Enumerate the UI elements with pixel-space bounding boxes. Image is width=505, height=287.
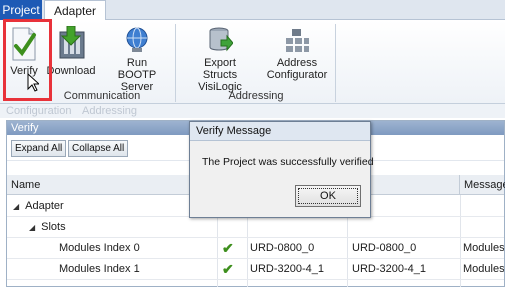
- export-structs-visilogic-button[interactable]: Export Structs VisiLogic: [181, 26, 259, 93]
- tab-configuration[interactable]: Configuration: [6, 105, 71, 117]
- dialog-message: The Project was successfully verified: [202, 156, 374, 168]
- row-name: Adapter: [25, 200, 64, 212]
- run-bootp-server-button[interactable]: Run BOOTP Server: [103, 26, 171, 93]
- ribbon-tab-bar: Project Adapter: [0, 0, 505, 21]
- address-conf-label-line2: Configurator: [266, 69, 328, 81]
- address-conf-label-line1: Address: [276, 57, 318, 69]
- run-bootp-label-line1: Run: [126, 57, 148, 69]
- row-message: Modules I: [463, 242, 504, 254]
- expand-all-button[interactable]: Expand All: [11, 140, 67, 157]
- table-row[interactable]: Modules Index 0 ✔ URD-0800_0 URD-0800_0 …: [7, 238, 504, 259]
- table-row[interactable]: Modules Index 1 ✔ URD-3200-4_1 URD-3200-…: [7, 259, 504, 280]
- column-header-name[interactable]: Name: [7, 175, 217, 195]
- export-label-line1: Export: [204, 57, 236, 69]
- download-label: Download: [46, 65, 96, 77]
- check-icon: ✔: [222, 261, 234, 277]
- tab-adapter[interactable]: Adapter: [44, 0, 106, 21]
- dialog-title: Verify Message: [190, 122, 370, 141]
- download-icon: [59, 26, 85, 59]
- verify-highlight-box: [3, 19, 52, 101]
- address-configurator-button[interactable]: Address Configurator: [262, 26, 332, 81]
- row-adapter-module: URD-3200-4_1: [352, 263, 426, 275]
- table-row[interactable]: ◢ Slots: [7, 217, 504, 238]
- bootp-server-icon: [126, 27, 148, 52]
- download-button[interactable]: Download: [46, 26, 96, 77]
- group-label-communication: Communication: [63, 90, 141, 102]
- collapse-triangle-icon[interactable]: ◢: [13, 202, 19, 211]
- collapse-triangle-icon[interactable]: ◢: [29, 223, 35, 232]
- row-adapter-module: URD-0800_0: [352, 242, 417, 254]
- ribbon: Verify Download Run BOOTP Server Communi…: [0, 20, 505, 104]
- group-label-addressing: Addressing: [228, 90, 284, 102]
- row-message: Modules I: [463, 263, 504, 275]
- row-name: Modules Index 1: [59, 263, 140, 275]
- row-module-name: URD-3200-4_1: [250, 263, 324, 275]
- column-header-message[interactable]: Message: [460, 175, 505, 195]
- tab-addressing[interactable]: Addressing: [82, 105, 137, 117]
- document-tabs: Configuration Addressing: [0, 104, 505, 118]
- export-database-icon: [209, 27, 233, 52]
- group-separator: [175, 24, 176, 102]
- row-module-name: URD-0800_0: [250, 242, 315, 254]
- row-name: Slots: [41, 221, 66, 233]
- check-icon: ✔: [222, 240, 234, 256]
- row-name: Modules Index 0: [59, 242, 140, 254]
- verify-message-dialog: Verify Message The Project was successfu…: [189, 121, 374, 218]
- tab-project[interactable]: Project: [0, 0, 42, 20]
- group-separator: [335, 24, 336, 102]
- collapse-all-button[interactable]: Collapse All: [68, 140, 129, 157]
- ok-button[interactable]: OK: [295, 185, 361, 207]
- address-configurator-icon: [286, 29, 309, 52]
